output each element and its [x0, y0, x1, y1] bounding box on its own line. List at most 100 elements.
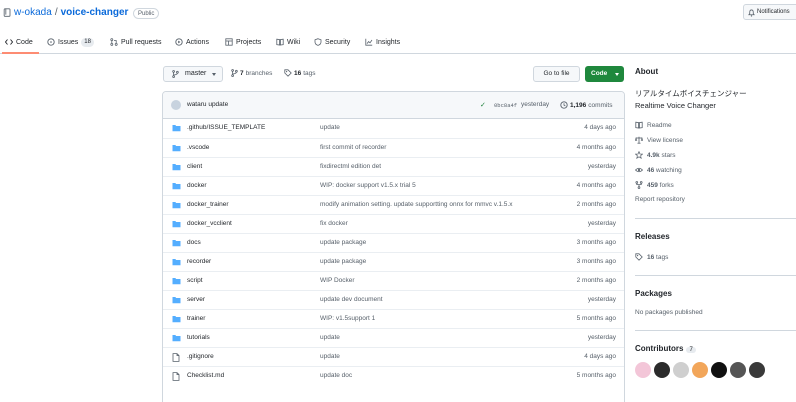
check-icon[interactable]: ✓	[480, 101, 486, 109]
branches-link[interactable]: 7 branches	[231, 69, 272, 77]
file-name-link[interactable]: server	[187, 296, 205, 303]
forks-link[interactable]: 459 forks	[635, 181, 674, 189]
report-label: Report repository	[635, 196, 685, 203]
watching-link[interactable]: 46 watching	[635, 166, 682, 174]
file-name-link[interactable]: trainer	[187, 315, 205, 322]
file-commit-message[interactable]: update package	[320, 239, 366, 246]
repo-header: w-okada / voice-changer Public Notificatio…	[0, 0, 796, 30]
file-name-link[interactable]: tutorials	[187, 334, 210, 341]
file-commit-message[interactable]: modify animation setting. update support…	[320, 201, 512, 208]
commit-sha[interactable]: 0bc8a4f	[494, 102, 517, 109]
code-button-label: Code	[591, 70, 608, 77]
tab-projects[interactable]: Projects	[225, 36, 261, 48]
file-commit-message[interactable]: fixdirectml edition det	[320, 163, 381, 170]
file-commit-message[interactable]: WIP Docker	[320, 277, 355, 284]
file-name-link[interactable]: .vscode	[187, 144, 209, 151]
tab-insights[interactable]: Insights	[365, 36, 400, 48]
file-commit-message[interactable]: update dev document	[320, 296, 383, 303]
file-commit-message[interactable]: WIP: docker support v1.5.x trial 5	[320, 182, 416, 189]
file-commit-message[interactable]: fix docker	[320, 220, 348, 227]
issue-icon	[47, 38, 55, 46]
file-commit-message[interactable]: update doc	[320, 372, 352, 379]
release-tags-link[interactable]: 16 tags	[635, 253, 668, 261]
file-row[interactable]: .github/ISSUE_TEMPLATE update 4 days ago	[163, 119, 624, 138]
avatar[interactable]	[654, 362, 670, 378]
code-button[interactable]: Code	[585, 66, 624, 82]
file-row[interactable]: docker_trainer modify animation setting. …	[163, 195, 624, 214]
file-row[interactable]: tutorials update yesterday	[163, 328, 624, 347]
file-commit-message[interactable]: first commit of recorder	[320, 144, 386, 151]
go-to-file-button[interactable]: Go to file	[533, 66, 580, 82]
repo-name-link[interactable]: voice-changer	[61, 7, 129, 18]
file-name-link[interactable]: client	[187, 163, 202, 170]
repo-owner-link[interactable]: w-okada	[14, 7, 52, 18]
file-row[interactable]: script WIP Docker 2 months ago	[163, 271, 624, 290]
file-commit-message[interactable]: update package	[320, 258, 366, 265]
scale-icon	[635, 136, 643, 144]
releases-heading[interactable]: Releases	[635, 232, 670, 241]
file-commit-message[interactable]: update	[320, 124, 340, 131]
avatar[interactable]	[692, 362, 708, 378]
file-name-link[interactable]: docker	[187, 182, 207, 189]
license-link[interactable]: View license	[635, 136, 683, 144]
file-commit-age: 4 days ago	[584, 124, 616, 131]
tab-wiki[interactable]: Wiki	[276, 36, 300, 48]
avatar[interactable]	[673, 362, 689, 378]
avatar[interactable]	[730, 362, 746, 378]
file-commit-message[interactable]: update	[320, 334, 340, 341]
file-row[interactable]: docs update package 3 months ago	[163, 233, 624, 252]
forks-count: 459	[647, 181, 658, 189]
stars-link[interactable]: 4.9k stars	[635, 151, 676, 159]
sidebar-divider	[635, 275, 796, 276]
tab-wiki-label: Wiki	[287, 38, 301, 46]
file-name-link[interactable]: .github/ISSUE_TEMPLATE	[187, 124, 265, 131]
file-row[interactable]: client fixdirectml edition det yesterday	[163, 157, 624, 176]
avatar[interactable]	[749, 362, 765, 378]
file-row[interactable]: Checklist.md update doc 5 months ago	[163, 366, 624, 385]
file-commit-message[interactable]: WIP: v1.5support 1	[320, 315, 375, 322]
commit-time: yesterday	[521, 101, 550, 108]
shield-icon	[314, 38, 322, 46]
file-name-link[interactable]: docker_vcclient	[187, 220, 232, 227]
commits-link[interactable]: 1,196 commits	[560, 101, 612, 109]
file-row[interactable]: trainer WIP: v1.5support 1 5 months ago	[163, 309, 624, 328]
file-commit-age: 5 months ago	[576, 372, 616, 379]
file-row[interactable]: server update dev document yesterday	[163, 290, 624, 309]
tags-label: tags	[303, 69, 316, 77]
file-name-link[interactable]: Checklist.md	[187, 372, 224, 379]
sidebar-divider	[635, 218, 796, 219]
file-name-link[interactable]: recorder	[187, 258, 211, 265]
file-row[interactable]: recorder update package 3 months ago	[163, 252, 624, 271]
readme-link[interactable]: Readme	[635, 121, 672, 129]
avatar[interactable]	[711, 362, 727, 378]
avatar[interactable]	[171, 100, 181, 110]
file-commit-message[interactable]: update	[320, 353, 340, 360]
tab-issues[interactable]: Issues 18	[47, 36, 94, 48]
tab-actions[interactable]: Actions	[175, 36, 209, 48]
stars-count: 4.9k	[647, 151, 660, 159]
commit-message[interactable]: wataru update	[187, 101, 228, 108]
contributors-heading[interactable]: Contributors 7	[635, 344, 696, 353]
file-name-link[interactable]: .gitignore	[187, 353, 214, 360]
file-name-link[interactable]: docs	[187, 239, 201, 246]
notifications-button[interactable]: Notifications	[743, 4, 796, 20]
file-row[interactable]: .gitignore update 4 days ago	[163, 347, 624, 366]
release-tags-label: tags	[656, 253, 669, 261]
file-row[interactable]: docker_vcclient fix docker yesterday	[163, 214, 624, 233]
about-description-jp: リアルタイムボイスチェンジャー	[635, 89, 747, 98]
avatar[interactable]	[635, 362, 651, 378]
tab-pull-requests[interactable]: Pull requests	[110, 36, 161, 48]
tab-code[interactable]: Code	[5, 36, 33, 48]
tag-icon	[284, 69, 292, 77]
commit-author[interactable]: wataru	[187, 101, 207, 108]
file-row[interactable]: docker WIP: docker support v1.5.x trial 5…	[163, 176, 624, 195]
tags-link[interactable]: 16 tags	[284, 69, 316, 77]
commit-message-text[interactable]: update	[208, 101, 228, 108]
report-repository-link[interactable]: Report repository	[635, 196, 685, 203]
packages-heading[interactable]: Packages	[635, 289, 672, 298]
file-row[interactable]: .vscode first commit of recorder 4 months …	[163, 138, 624, 157]
tab-security[interactable]: Security	[314, 36, 350, 48]
branch-selector[interactable]: master	[163, 66, 223, 82]
file-name-link[interactable]: script	[187, 277, 203, 284]
file-name-link[interactable]: docker_trainer	[187, 201, 229, 208]
